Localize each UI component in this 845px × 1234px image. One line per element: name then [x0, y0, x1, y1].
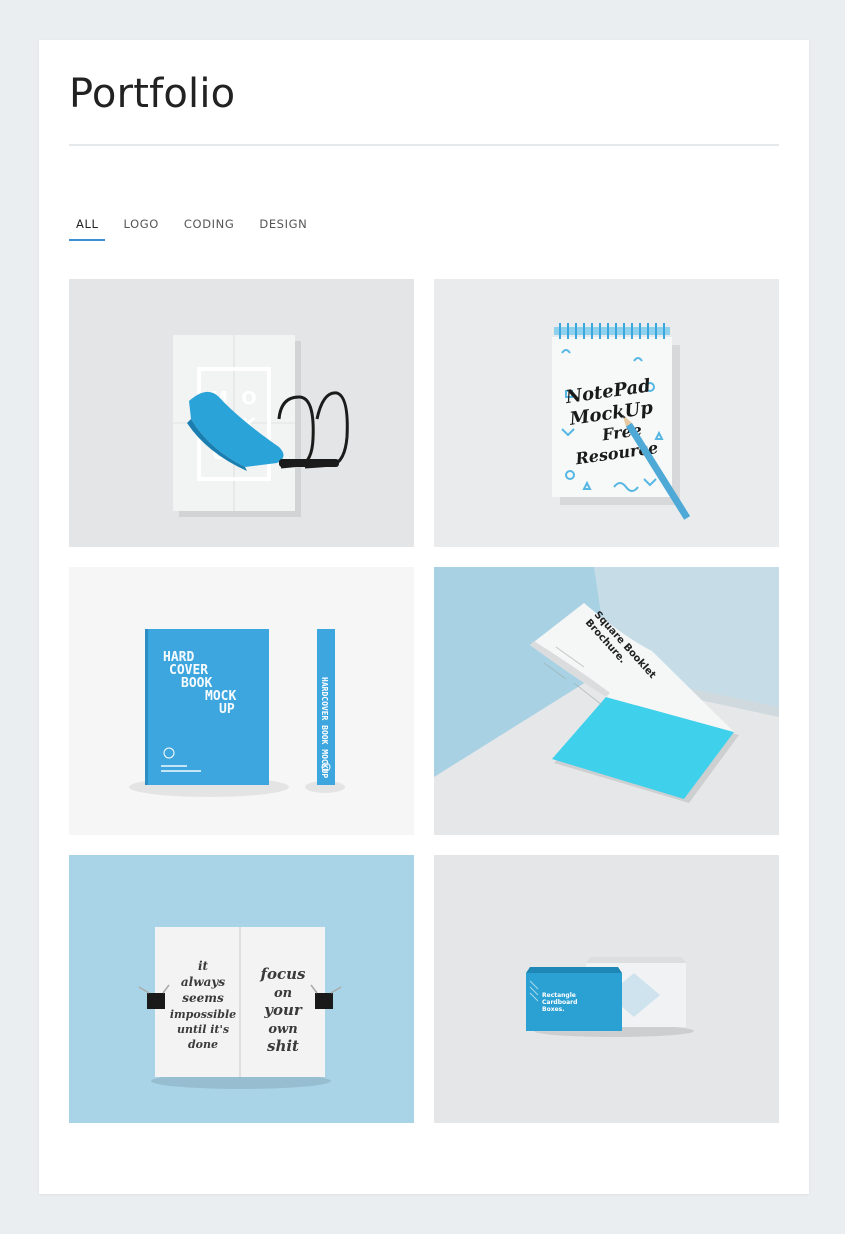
title-divider [69, 144, 779, 146]
svg-text:focus: focus [260, 965, 306, 983]
portfolio-item-poster-mockup[interactable]: M O C K U P [69, 279, 414, 547]
svg-text:Rectangle: Rectangle [542, 992, 576, 999]
filter-tab-design[interactable]: DESIGN [252, 215, 314, 241]
poster-shoe-image: M O C K U P [69, 279, 414, 547]
portfolio-item-notepad-mockup[interactable]: NotePad MockUp Free Resource [434, 279, 779, 547]
portfolio-item-hardcover-book-mockup[interactable]: HARD COVER BOOK MOCK UP HARDCOVER BOOK M… [69, 567, 414, 835]
portfolio-filter-tabs: ALL LOGO CODING DESIGN [69, 215, 325, 241]
svg-text:your: your [263, 1001, 303, 1019]
portfolio-card: Portfolio ALL LOGO CODING DESIGN M O C K… [39, 40, 809, 1194]
filter-tab-logo[interactable]: LOGO [116, 215, 165, 241]
portfolio-item-notebook-mockup[interactable]: it always seems impossible until it's do… [69, 855, 414, 1123]
notepad-image: NotePad MockUp Free Resource [434, 279, 779, 547]
portfolio-item-boxes-mockup[interactable]: Rectangle Cardboard Boxes. [434, 855, 779, 1123]
svg-text:it: it [198, 959, 209, 973]
svg-text:until it's: until it's [177, 1023, 229, 1036]
svg-text:seems: seems [182, 991, 224, 1005]
notebook-image: it always seems impossible until it's do… [69, 855, 414, 1123]
booklet-image: Square Booklet Brochure. [434, 567, 779, 835]
svg-text:Cardboard: Cardboard [542, 999, 577, 1006]
filter-tab-coding[interactable]: CODING [177, 215, 241, 241]
svg-text:impossible: impossible [170, 1008, 236, 1021]
svg-text:done: done [188, 1038, 218, 1051]
svg-text:UP: UP [219, 702, 235, 717]
svg-text:on: on [274, 986, 292, 1001]
boxes-image: Rectangle Cardboard Boxes. [434, 855, 779, 1123]
svg-text:Boxes.: Boxes. [542, 1006, 565, 1013]
portfolio-item-booklet-mockup[interactable]: Square Booklet Brochure. [434, 567, 779, 835]
svg-text:O: O [241, 388, 256, 409]
svg-text:shit: shit [267, 1037, 299, 1055]
page-title: Portfolio [69, 71, 236, 117]
svg-text:always: always [181, 975, 225, 989]
svg-text:own: own [268, 1022, 297, 1037]
hardcover-book-image: HARD COVER BOOK MOCK UP HARDCOVER BOOK M… [69, 567, 414, 835]
filter-tab-all[interactable]: ALL [69, 215, 106, 241]
